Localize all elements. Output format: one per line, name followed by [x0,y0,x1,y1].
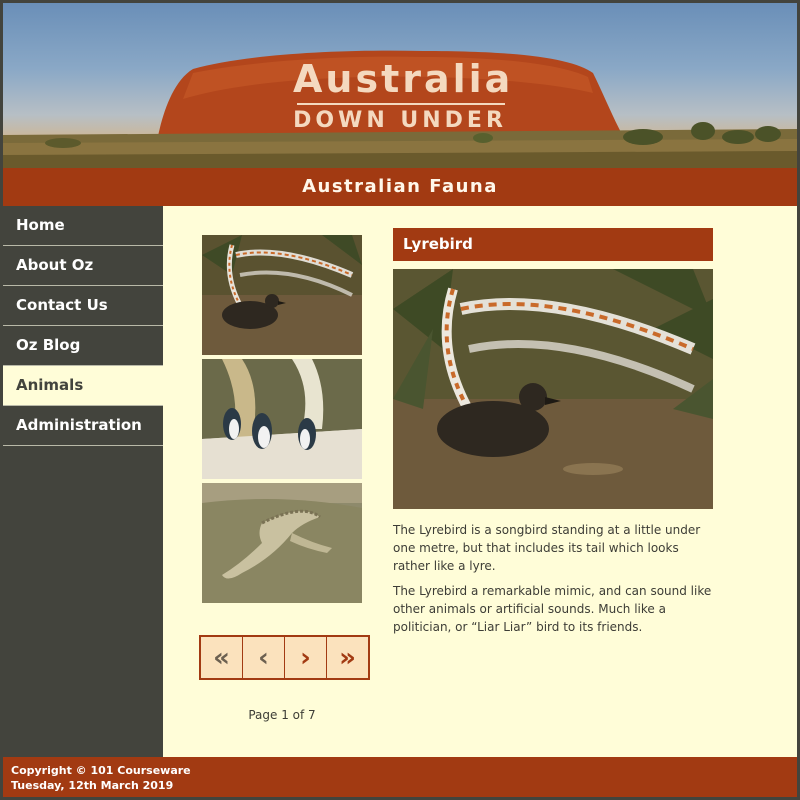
nav-item-contact-us[interactable]: Contact Us [3,286,163,326]
description-paragraph: The Lyrebird is a songbird standing at a… [393,523,701,573]
nav-item-home[interactable]: Home [3,206,163,246]
last-page-button[interactable]: » [327,637,368,678]
copyright-text: Copyright © 101 Courseware [11,764,191,777]
nav-item-animals[interactable]: Animals [3,366,163,406]
thumbnail-crocodile[interactable] [202,483,362,603]
header-banner: Australia DOWN UNDER [3,3,797,168]
lyrebird-thumbnail-icon [202,235,362,355]
crocodile-thumbnail-icon [202,483,362,603]
description-paragraph: The Lyrebird a remarkable mimic, and can… [393,584,712,634]
banner-title: Australia [293,57,514,101]
animal-title: Lyrebird [393,228,713,261]
page-indicator: Page 1 of 7 [248,708,316,722]
thumbnail-lyrebird[interactable] [202,235,362,355]
animal-image [393,269,713,509]
footer: Copyright © 101 Courseware Tuesday, 12th… [3,757,797,797]
nav-item-oz-blog[interactable]: Oz Blog [3,326,163,366]
banner-subtitle: DOWN UNDER [293,108,507,133]
sidebar-nav: Home About Oz Contact Us Oz Blog Animals… [3,206,163,757]
first-page-button[interactable]: « [201,637,242,678]
lyrebird-photo-icon [393,269,713,509]
footer-date: Tuesday, 12th March 2019 [11,779,174,792]
section-title: Australian Fauna [3,168,797,206]
nav-item-about-oz[interactable]: About Oz [3,246,163,286]
next-page-button[interactable]: › [285,637,326,678]
page-frame: Australia DOWN UNDER Australian Fauna Ho… [3,3,797,797]
pagination-controls: « ‹ › » [199,635,370,680]
nav-item-administration[interactable]: Administration [3,406,163,446]
banner-divider [297,103,505,105]
animal-description: The Lyrebird is a songbird standing at a… [393,521,718,643]
thumbnail-penguins[interactable] [202,359,362,479]
previous-page-button[interactable]: ‹ [243,637,284,678]
penguins-thumbnail-icon [202,359,362,479]
